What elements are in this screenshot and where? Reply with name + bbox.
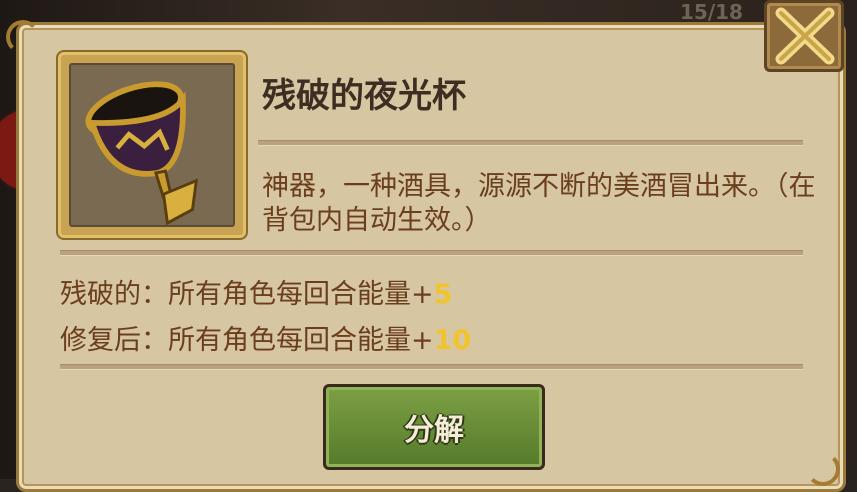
divider (258, 140, 803, 146)
close-icon (775, 7, 835, 65)
close-button[interactable] (764, 0, 844, 72)
stat-value: 5 (433, 279, 453, 310)
item-icon-frame (58, 52, 246, 238)
decompose-button[interactable]: 分解 (323, 384, 545, 470)
item-title: 残破的夜光杯 (262, 76, 466, 116)
item-description: 神器，一种酒具，源源不断的美酒冒出来。（在背包内自动生效。） (262, 171, 816, 236)
stat-broken: 残破的：所有角色每回合能量+5 (60, 272, 452, 311)
corner-ornament-icon (6, 20, 40, 54)
corner-ornament-icon (806, 452, 840, 486)
stat-label: 残破的：所有角色每回合能量+ (60, 279, 434, 310)
stat-label: 修复后：所有角色每回合能量+ (60, 325, 434, 356)
goblet-icon (85, 81, 199, 225)
stat-value: 10 (433, 325, 472, 356)
divider (60, 364, 803, 370)
divider (60, 250, 803, 256)
progress-counter: 15/18 (680, 0, 743, 24)
stat-repaired: 修复后：所有角色每回合能量+10 (60, 318, 471, 357)
